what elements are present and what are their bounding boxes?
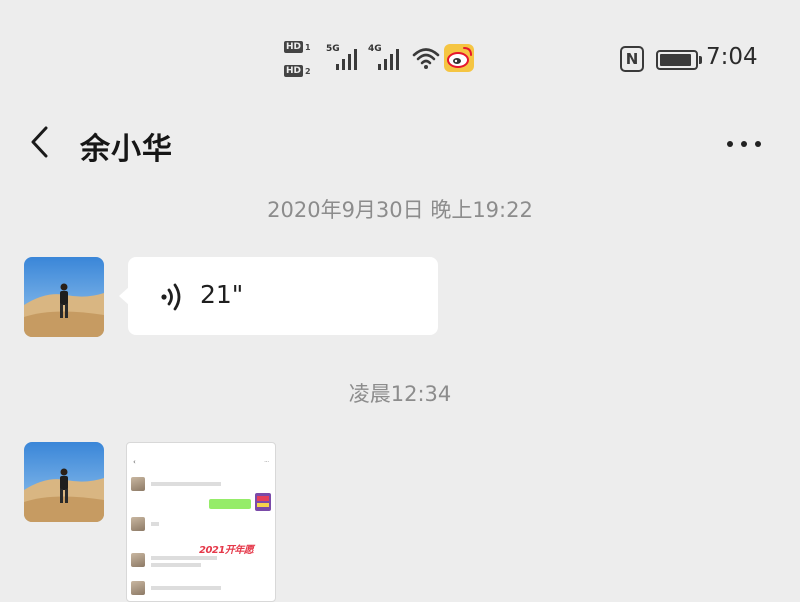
battery-icon: [656, 50, 702, 70]
thumbnail-row: [131, 581, 273, 599]
battery-level-fill: [660, 54, 691, 66]
back-button[interactable]: [20, 122, 60, 162]
voice-wave-icon: [158, 283, 188, 311]
thumbnail-green-bubble: [209, 499, 251, 509]
hd-label: HD: [284, 65, 304, 77]
hd-icon: HD 2: [284, 62, 318, 80]
thumbnail-row: [131, 553, 273, 571]
more-dots-icon: [723, 141, 765, 147]
thumbnail-card: [255, 493, 271, 511]
weibo-icon: [444, 44, 474, 72]
chat-header: 余小华: [0, 110, 800, 176]
sim2-index: 2: [305, 66, 311, 76]
signal-icon: 5G: [326, 44, 366, 72]
signal-icon: 4G: [368, 44, 408, 72]
thumbnail-row: [131, 477, 273, 495]
thumbnail-row: [131, 517, 273, 535]
thumbnail-nav: ‹ ···: [133, 458, 269, 466]
chevron-left-icon: [31, 126, 48, 158]
network-type-5g: 5G: [326, 44, 340, 54]
chat-title: 余小华: [80, 132, 173, 167]
more-options-button[interactable]: [714, 124, 774, 164]
thumbnail-status-bar: [133, 446, 269, 453]
hd-label: HD: [284, 41, 304, 53]
hd-icon: HD 1: [284, 38, 318, 56]
message-timestamp: 2020年9月30日 晚上19:22: [267, 198, 533, 222]
nfc-icon: N: [620, 46, 644, 72]
sim1-index: 1: [305, 42, 311, 52]
status-bar: HD 1 HD 2 5G 4G N 7:04: [0, 0, 800, 100]
wifi-icon: [412, 46, 440, 70]
voice-duration: 21": [200, 280, 244, 309]
contact-avatar[interactable]: [24, 257, 104, 337]
image-message-thumbnail[interactable]: ‹ ··· 2021开年愿: [126, 442, 276, 602]
status-time: 7:04: [706, 44, 758, 70]
network-type-4g: 4G: [368, 44, 382, 54]
contact-avatar[interactable]: [24, 442, 104, 522]
message-timestamp: 凌晨12:34: [348, 382, 452, 406]
voice-message-bubble[interactable]: 21": [119, 257, 438, 335]
